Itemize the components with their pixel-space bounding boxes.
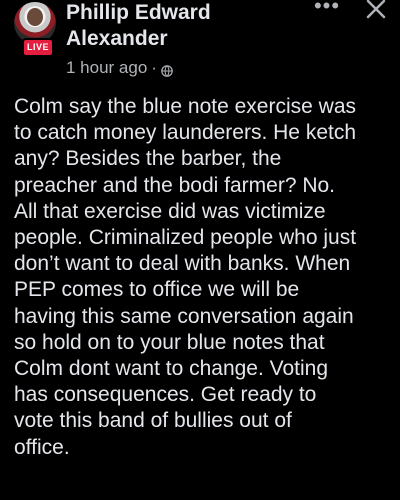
close-icon (366, 0, 386, 19)
post-meta: 1 hour ago · (66, 58, 173, 78)
more-options-button[interactable]: ••• (312, 0, 342, 20)
avatar-container[interactable]: LIVE (14, 2, 56, 57)
post-body-text: Colm say the blue note exercise was to c… (14, 95, 357, 459)
meta-separator: · (151, 58, 157, 77)
timestamp[interactable]: 1 hour ago (66, 58, 147, 78)
author-name[interactable]: Phillip Edward Alexander (66, 0, 306, 52)
globe-icon (161, 62, 173, 77)
live-badge: LIVE (22, 38, 54, 57)
post-card: LIVE Phillip Edward Alexander 1 hour ago… (0, 0, 400, 500)
close-button[interactable] (362, 0, 390, 22)
post-header: LIVE Phillip Edward Alexander 1 hour ago… (0, 0, 400, 90)
